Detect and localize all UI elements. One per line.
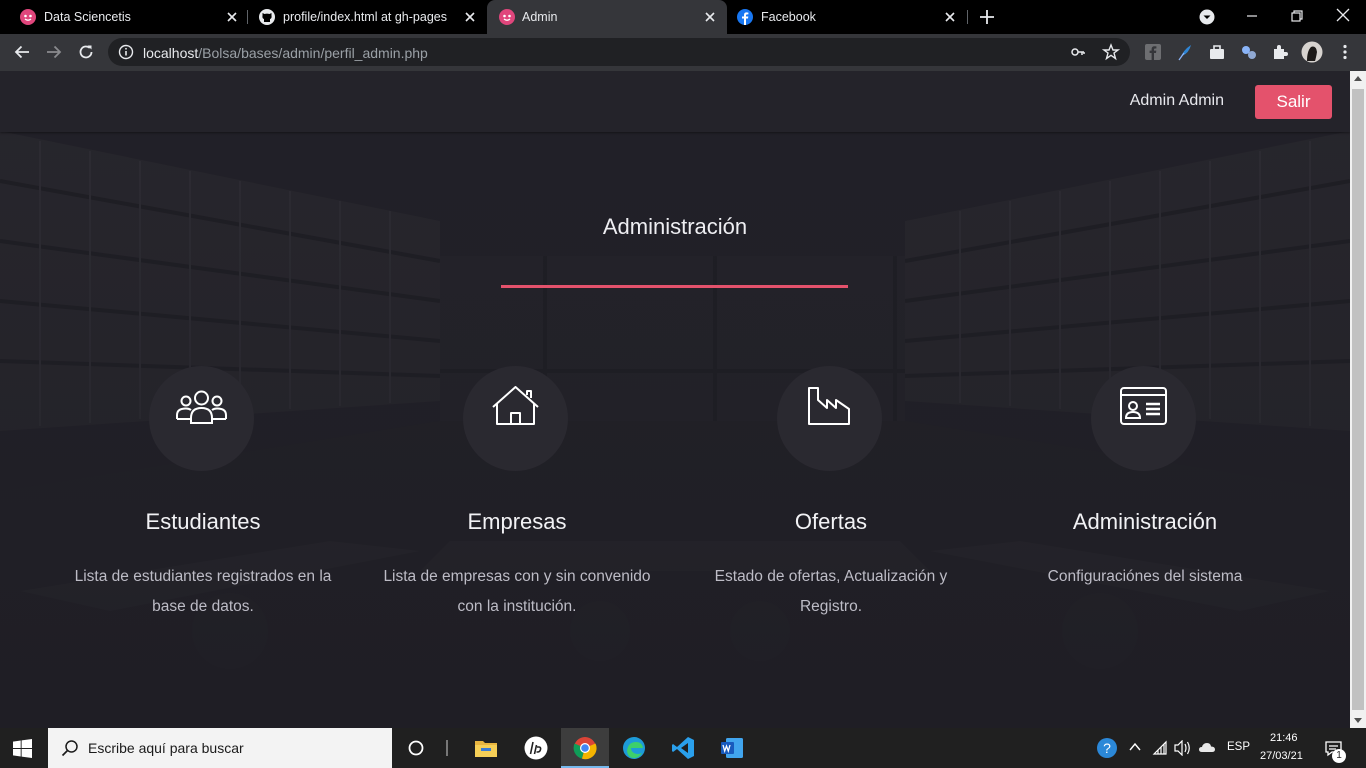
- card-description: Lista de empresas con y sin convenido co…: [383, 568, 651, 615]
- card-icon-circle: [463, 366, 568, 471]
- close-window-icon[interactable]: [1335, 7, 1351, 23]
- card-title: Empresas: [467, 509, 567, 534]
- scrollbar-thumb[interactable]: [1352, 89, 1364, 710]
- new-tab-icon[interactable]: [978, 8, 996, 26]
- restore-icon[interactable]: [1289, 8, 1305, 24]
- hp-app-icon[interactable]: [524, 736, 548, 760]
- forward-icon[interactable]: [44, 42, 64, 62]
- close-tab-icon[interactable]: [463, 10, 477, 24]
- url-path: /Bolsa/bases/admin/perfil_admin.php: [198, 45, 428, 61]
- search-placeholder: Escribe aquí para buscar: [88, 740, 244, 756]
- search-icon: [61, 740, 78, 757]
- browser-toolbar: localhost/Bolsa/bases/admin/perfil_admin…: [0, 34, 1366, 71]
- tab-title: profile/index.html at gh-pages ·: [283, 10, 451, 24]
- card-icon-circle: [1091, 366, 1196, 471]
- bookmark-star-icon[interactable]: [1102, 43, 1120, 61]
- tab-search-icon[interactable]: [1199, 9, 1215, 25]
- card-description: Lista de estudiantes registrados en la b…: [74, 568, 332, 615]
- site-info-icon[interactable]: [118, 44, 134, 60]
- factory-icon: [808, 387, 850, 425]
- close-tab-icon[interactable]: [703, 10, 717, 24]
- card-icon-circle: [149, 366, 254, 471]
- top-navbar: Admin Admin Salir: [0, 71, 1350, 132]
- github-icon: [259, 9, 275, 25]
- tab-favicon-icon: [20, 9, 36, 25]
- tab-admin[interactable]: Admin: [487, 0, 727, 34]
- url-text[interactable]: localhost/Bolsa/bases/admin/perfil_admin…: [143, 45, 428, 61]
- translate-extension-icon[interactable]: [1239, 42, 1259, 62]
- tab-github-profile[interactable]: profile/index.html at gh-pages ·: [247, 0, 487, 34]
- volume-icon[interactable]: [1173, 740, 1191, 756]
- extensions-puzzle-icon[interactable]: [1270, 42, 1290, 62]
- profile-avatar-icon[interactable]: [1301, 41, 1323, 63]
- feather-extension-icon[interactable]: [1175, 42, 1195, 62]
- help-icon[interactable]: ?: [1096, 737, 1118, 759]
- tab-favicon-icon: [499, 9, 515, 25]
- logout-button[interactable]: Salir: [1255, 85, 1332, 119]
- tab-divider: [967, 10, 968, 24]
- tab-title: Data Sciencetis: [44, 10, 131, 24]
- url-host: localhost: [143, 45, 199, 61]
- browser-tab-strip: Data Sciencetis profile/index.html at gh…: [0, 0, 1366, 34]
- card-icon-circle: [777, 366, 882, 471]
- task-view-icon[interactable]: [404, 736, 428, 760]
- clock-time[interactable]: 21:46: [1270, 732, 1298, 744]
- house-icon: [492, 386, 539, 425]
- wifi-icon[interactable]: [1152, 740, 1168, 756]
- minimize-icon[interactable]: [1244, 8, 1260, 24]
- page-scrollbar[interactable]: [1350, 71, 1366, 728]
- close-tab-icon[interactable]: [225, 10, 239, 24]
- card-title: Administración: [1072, 509, 1218, 534]
- page-viewport: Admin Admin Salir Administración Estudia…: [0, 71, 1350, 728]
- svg-text:?: ?: [1103, 740, 1111, 756]
- chrome-icon[interactable]: [573, 736, 597, 760]
- onedrive-cloud-icon[interactable]: [1198, 741, 1216, 753]
- vscode-icon[interactable]: [671, 736, 695, 760]
- notification-count-badge: 1: [1332, 749, 1346, 763]
- browser-menu-icon[interactable]: [1335, 42, 1355, 62]
- card-title: Ofertas: [794, 509, 868, 534]
- chevron-up-icon[interactable]: [1128, 740, 1142, 754]
- tab-title: Facebook: [761, 10, 816, 24]
- tab-data-sciencetis[interactable]: Data Sciencetis: [0, 0, 247, 34]
- users-icon: [176, 390, 227, 424]
- card-description: Configuraciónes del sistema: [1047, 568, 1243, 585]
- briefcase-extension-icon[interactable]: [1207, 42, 1227, 62]
- card-title: Estudiantes: [145, 509, 261, 534]
- windows-start-icon[interactable]: [13, 739, 32, 758]
- section-title: Administración: [602, 214, 748, 239]
- title-underline-divider: [501, 285, 848, 288]
- address-bar[interactable]: localhost/Bolsa/bases/admin/perfil_admin…: [108, 38, 1130, 66]
- tab-title: Admin: [522, 10, 558, 24]
- facebook-extension-icon[interactable]: [1143, 42, 1163, 62]
- scroll-up-arrow-icon[interactable]: [1354, 76, 1362, 81]
- facebook-icon: [737, 9, 753, 25]
- user-name-link[interactable]: Admin Admin: [1130, 92, 1224, 110]
- scroll-down-arrow-icon[interactable]: [1354, 718, 1362, 723]
- clock-date[interactable]: 27/03/21: [1260, 750, 1303, 762]
- reload-icon[interactable]: [76, 42, 96, 62]
- close-tab-icon[interactable]: [943, 10, 957, 24]
- tab-facebook[interactable]: Facebook: [727, 0, 967, 34]
- input-language-indicator[interactable]: ESP: [1227, 741, 1250, 753]
- file-explorer-icon[interactable]: [474, 736, 498, 760]
- card-description: Estado de ofertas, Actualización y Regis…: [714, 568, 948, 615]
- windows-taskbar: Escribe aquí para buscar ? ESP 21:46 27/…: [0, 728, 1366, 768]
- id-card-icon: [1120, 387, 1167, 425]
- edge-icon[interactable]: [622, 736, 646, 760]
- taskbar-search-box[interactable]: Escribe aquí para buscar: [48, 728, 392, 768]
- word-icon[interactable]: [720, 736, 744, 760]
- key-icon[interactable]: [1070, 44, 1086, 60]
- taskbar-divider: [446, 740, 448, 756]
- back-icon[interactable]: [12, 42, 32, 62]
